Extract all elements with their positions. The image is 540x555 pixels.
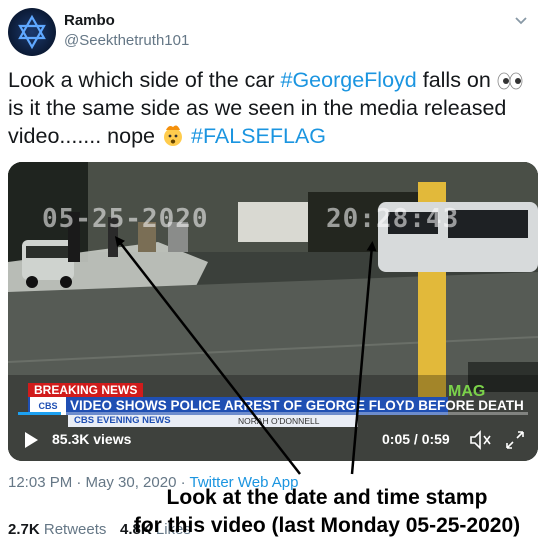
mute-icon[interactable] <box>469 429 493 451</box>
hashtag-falseflag[interactable]: #FALSEFLAG <box>191 124 326 148</box>
exploding-head-emoji-icon <box>164 125 182 146</box>
display-name[interactable]: Rambo <box>64 12 115 29</box>
user-handle[interactable]: @Seekthetruth101 <box>64 32 189 49</box>
annotation-line: Look at the date and time stamp <box>166 486 488 509</box>
avatar[interactable] <box>8 8 56 56</box>
fullscreen-icon[interactable] <box>504 429 526 451</box>
star-of-david-icon <box>18 14 46 50</box>
breaking-news-label: BREAKING NEWS <box>28 383 144 397</box>
video-controls: 85.3K views 0:05 / 0:59 <box>8 427 538 453</box>
tweet-text-segment: is it the same side as we seen in the me… <box>8 96 507 120</box>
video-progress-bar[interactable] <box>18 412 528 415</box>
annotation-overlay: Look at the date and time stamp for this… <box>122 484 532 540</box>
annotation-line: for this video (last Monday 05-25-2020) <box>133 514 521 537</box>
hashtag-georgefloyd[interactable]: #GeorgeFloyd <box>281 68 417 92</box>
retweets-label: Retweets <box>39 521 107 538</box>
tweet-header: Rambo @Seekthetruth101 <box>8 8 532 56</box>
chevron-down-icon[interactable] <box>512 12 530 30</box>
video-time-stamp: 20:28:43 <box>326 204 460 234</box>
retweets-stat[interactable]: 2.7K Retweets <box>8 521 106 538</box>
video-player[interactable]: 05-25-2020 20:28:43 BREAKING NEWS CBS VI… <box>8 162 538 461</box>
mag-logo: MAG <box>448 383 486 400</box>
anchor-label: NORAH O'DONNELL <box>238 416 320 426</box>
tweet-text-segment: Look a which side of the car <box>8 68 281 92</box>
video-progress-fill <box>18 412 62 415</box>
tweet-text-segment: video....... nope <box>8 124 161 148</box>
tweet-stats: 2.7K Retweets 4.8K Likes <box>8 521 191 538</box>
play-icon[interactable] <box>22 431 40 449</box>
view-count: 85.3K views <box>52 431 132 447</box>
eyes-emoji-icon <box>497 72 523 90</box>
retweets-count: 2.7K <box>8 521 40 538</box>
tweet-text: Look a which side of the car #GeorgeFloy… <box>8 66 534 150</box>
video-date-stamp: 05-25-2020 <box>42 204 209 234</box>
video-time-display: 0:05 / 0:59 <box>382 431 450 447</box>
tweet-text-segment: falls on <box>416 68 497 92</box>
news-subbar: CBS EVENING NEWS NORAH O'DONNELL <box>68 415 358 427</box>
network-label: CBS EVENING NEWS <box>74 415 171 426</box>
